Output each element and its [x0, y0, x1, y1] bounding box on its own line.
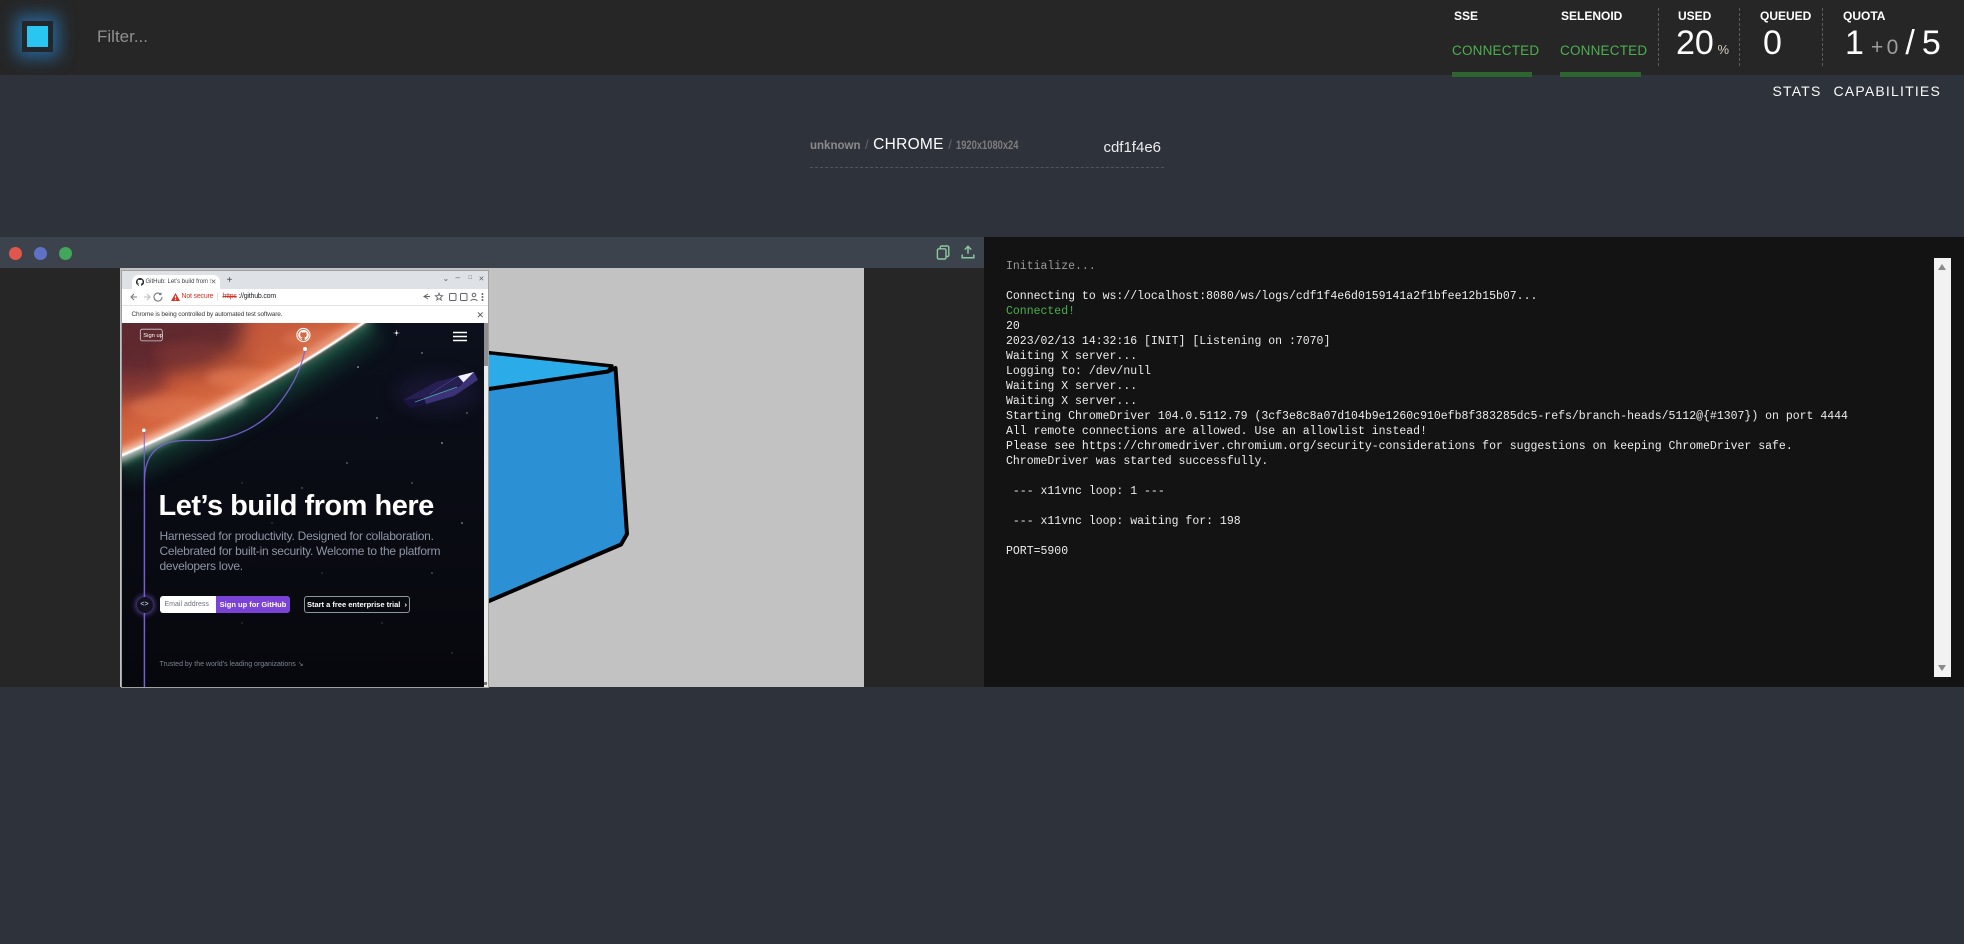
svg-text:Sign up: Sign up	[143, 333, 163, 339]
